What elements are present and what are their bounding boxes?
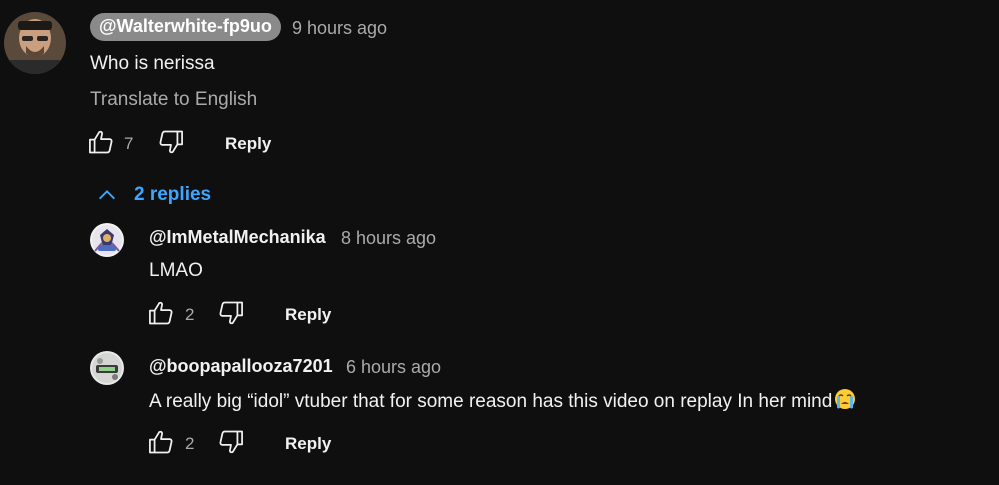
comment-text: Who is nerissa xyxy=(90,53,215,74)
reply-button[interactable]: Reply xyxy=(285,433,331,455)
like-button[interactable] xyxy=(145,428,177,460)
like-count: 2 xyxy=(185,305,195,324)
reply-text: A really big “idol” vtuber that for some… xyxy=(149,391,833,412)
reply-timestamp[interactable]: 6 hours ago xyxy=(346,356,441,378)
avatar[interactable] xyxy=(90,223,124,257)
thumbs-down-icon xyxy=(157,128,185,161)
comment-timestamp[interactable]: 9 hours ago xyxy=(292,17,387,39)
thumbs-up-icon xyxy=(87,128,115,161)
thumbs-up-icon xyxy=(147,299,175,332)
translate-button[interactable]: Translate to English xyxy=(90,88,257,112)
dislike-button[interactable] xyxy=(155,128,187,160)
dislike-button[interactable] xyxy=(215,299,247,331)
thumbs-down-icon xyxy=(217,299,245,332)
crying-face-emoji xyxy=(834,388,856,417)
reply-text: LMAO xyxy=(149,260,203,281)
avatar[interactable] xyxy=(90,351,124,385)
reply-button[interactable]: Reply xyxy=(225,133,271,155)
reply-button[interactable]: Reply xyxy=(285,304,331,326)
comment-thread: @Walterwhite-fp9uo 9 hours ago Who is ne… xyxy=(0,0,999,485)
dislike-button[interactable] xyxy=(215,428,247,460)
chevron-up-icon xyxy=(96,184,118,206)
reply-author[interactable]: @boopapallooza7201 xyxy=(149,355,333,377)
reply-timestamp[interactable]: 8 hours ago xyxy=(341,227,436,249)
replies-count-label: 2 replies xyxy=(134,184,212,205)
comment-author[interactable]: @Walterwhite-fp9uo xyxy=(90,13,281,41)
like-count: 7 xyxy=(124,134,134,153)
avatar[interactable] xyxy=(4,12,66,74)
like-button[interactable] xyxy=(85,128,117,160)
reply-text-row: A really big “idol” vtuber that for some… xyxy=(149,388,856,417)
thumbs-down-icon xyxy=(217,428,245,461)
replies-toggle[interactable]: 2 replies xyxy=(96,183,211,207)
reply-author[interactable]: @ImMetalMechanika xyxy=(149,226,326,248)
like-count: 2 xyxy=(185,434,195,453)
like-button[interactable] xyxy=(145,299,177,331)
thumbs-up-icon xyxy=(147,428,175,461)
